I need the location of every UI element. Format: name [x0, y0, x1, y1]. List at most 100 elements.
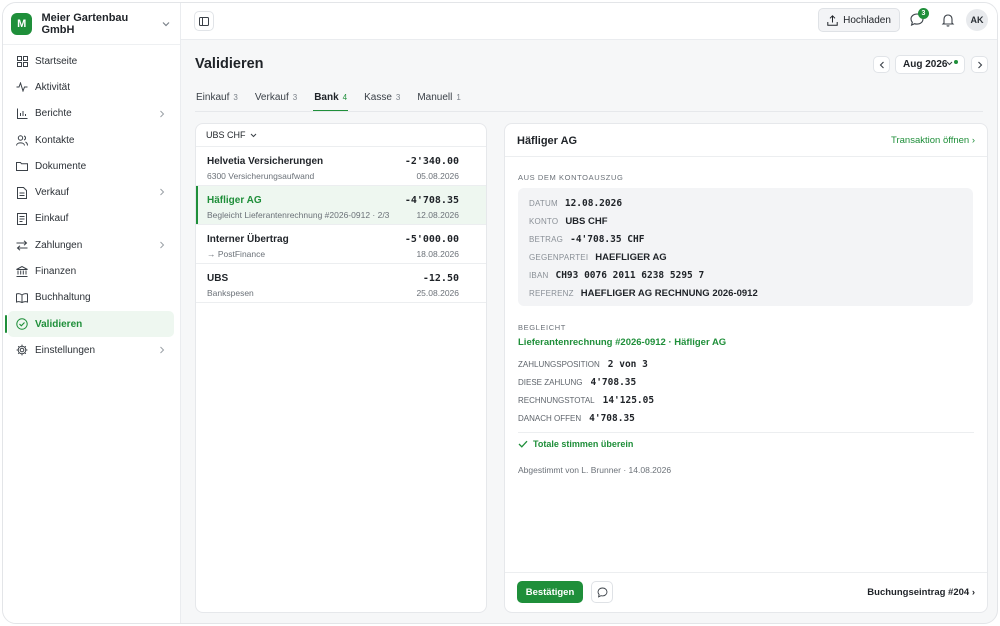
statement-row-datum: DATUM 12.08.2026	[529, 198, 622, 209]
settled-section-label: BEGLEICHT	[518, 323, 566, 332]
activity-icon	[16, 81, 28, 93]
upload-label: Hochladen	[843, 14, 891, 26]
chevron-right-icon	[160, 241, 165, 249]
sidebar-item-finanzen[interactable]: Finanzen	[8, 258, 174, 284]
sidebar-item-aktivitaet[interactable]: Aktivität	[8, 74, 174, 100]
upload-button[interactable]: Hochladen	[818, 8, 900, 32]
sidebar-item-label: Aktivität	[35, 81, 71, 93]
statement-value: 12.08.2026	[564, 198, 623, 209]
tab-count: 3	[233, 93, 238, 102]
users-icon	[16, 134, 28, 146]
transaction-date: 18.08.2026	[416, 249, 459, 259]
tab-einkauf[interactable]: Einkauf 3	[195, 92, 239, 112]
detail-footer: Bestätigen Buchungseintrag #204 ›	[505, 572, 987, 612]
sidebar-item-label: Validieren	[35, 318, 83, 330]
transaction-subtitle: 6300 Versicherungsaufwand	[207, 171, 315, 181]
transaction-date: 25.08.2026	[416, 288, 459, 298]
payment-row-remaining: DANACH OFFEN 4'708.35	[518, 413, 635, 424]
receipt-icon	[16, 212, 28, 225]
payment-value: 14'125.05	[602, 395, 655, 406]
confirm-button[interactable]: Bestätigen	[517, 581, 583, 603]
sidebar-item-dokumente[interactable]: Dokumente	[8, 153, 174, 179]
sidebar: M Meier Gartenbau GmbH Startseite Aktivi…	[3, 3, 181, 623]
sidebar-item-einstellungen[interactable]: Einstellungen	[8, 337, 174, 363]
check-icon	[518, 440, 528, 448]
period-label: Aug 2026	[903, 59, 948, 70]
sidebar-item-label: Einstellungen	[35, 344, 96, 356]
sidebar-item-kontakte[interactable]: Kontakte	[8, 127, 174, 153]
payment-key: ZAHLUNGSPOSITION	[518, 360, 600, 369]
sidebar-item-berichte[interactable]: Berichte	[8, 101, 174, 127]
transaction-amount: -12.50	[422, 273, 459, 284]
transaction-row[interactable]: Interner Übertrag → PostFinance -5'000.0…	[196, 225, 486, 264]
transaction-row-selected[interactable]: Häfliger AG Begleicht Lieferantenrechnun…	[196, 186, 486, 225]
book-icon	[16, 292, 28, 304]
sidebar-item-label: Buchhaltung	[35, 292, 91, 304]
tab-kasse[interactable]: Kasse 3	[363, 92, 401, 112]
statement-key: BETRAG	[529, 235, 564, 244]
account-select[interactable]: UBS CHF	[196, 124, 486, 147]
statement-row-gegenpartei: GEGENPARTEI HAEFLIGER AG	[529, 252, 667, 263]
bank-icon	[16, 266, 28, 278]
tab-count: 3	[395, 93, 401, 102]
transaction-name: Interner Übertrag	[207, 234, 289, 245]
check-circle-icon	[16, 318, 28, 330]
transaction-row[interactable]: Helvetia Versicherungen 6300 Versicherun…	[196, 147, 486, 186]
payment-key: DIESE ZAHLUNG	[518, 378, 583, 387]
tab-label: Einkauf	[196, 92, 230, 103]
statement-row-iban: IBAN CH93 0076 2011 6238 5295 7	[529, 270, 704, 281]
statement-section-label: AUS DEM KONTOAUSZUG	[518, 173, 624, 182]
chevron-left-icon	[879, 61, 884, 68]
transaction-list-panel: UBS CHF Helvetia Versicherungen 6300 Ver…	[195, 123, 487, 613]
tab-count: 1	[456, 93, 461, 102]
payment-row-position: ZAHLUNGSPOSITION 2 von 3	[518, 359, 648, 370]
statement-key: DATUM	[529, 199, 558, 208]
sidebar-item-zahlungen[interactable]: Zahlungen	[8, 232, 174, 258]
tab-label: Kasse	[364, 92, 392, 103]
open-transaction-link[interactable]: Transaktion öffnen ›	[891, 135, 975, 146]
validation-tabs: Einkauf 3 Verkauf 3 Bank 4 Kasse 3 Manuell 1	[195, 92, 477, 112]
sidebar-divider	[3, 44, 180, 45]
detail-title: Häfliger AG	[517, 135, 578, 147]
sidebar-item-validieren[interactable]: Validieren	[5, 310, 174, 338]
main-content: Hochladen 3 AK Validieren Aug 2026 Einka…	[181, 3, 997, 623]
sidebar-item-label: Einkauf	[35, 213, 69, 225]
sidebar-item-startseite[interactable]: Startseite	[8, 48, 174, 74]
sidebar-item-buchhaltung[interactable]: Buchhaltung	[8, 285, 174, 311]
bell-icon[interactable]	[940, 12, 956, 28]
statement-row-betrag: BETRAG -4'708.35 CHF	[529, 234, 644, 245]
transaction-row[interactable]: UBS Bankspesen -12.50 25.08.2026	[196, 264, 486, 303]
statement-key: IBAN	[529, 271, 549, 280]
comment-button[interactable]	[591, 581, 613, 603]
transaction-subtitle: Bankspesen	[207, 288, 254, 298]
company-switcher[interactable]: M Meier Gartenbau GmbH	[11, 11, 173, 37]
avatar[interactable]: AK	[966, 9, 988, 31]
sidebar-toggle-button[interactable]	[194, 11, 214, 31]
sidebar-item-label: Finanzen	[35, 266, 77, 278]
transaction-date: 05.08.2026	[416, 171, 459, 181]
sidebar-item-label: Dokumente	[35, 160, 87, 172]
grid-icon	[16, 55, 28, 67]
tab-label: Manuell	[417, 92, 453, 103]
approved-by-text: Abgestimmt von L. Brunner · 14.08.2026	[518, 465, 672, 475]
transaction-date: 12.08.2026	[416, 210, 459, 220]
next-period-button[interactable]	[971, 56, 988, 73]
tab-count: 4	[342, 93, 348, 102]
tab-verkauf[interactable]: Verkauf 3	[254, 92, 298, 112]
payment-value: 4'708.35	[590, 377, 637, 388]
sidebar-item-label: Kontakte	[35, 134, 75, 146]
account-label: UBS CHF	[206, 130, 246, 140]
previous-period-button[interactable]	[873, 56, 890, 73]
payment-row-this-payment: DIESE ZAHLUNG 4'708.35	[518, 377, 636, 388]
sidebar-item-verkauf[interactable]: Verkauf	[8, 179, 174, 205]
sidebar-item-einkauf[interactable]: Einkauf	[8, 206, 174, 232]
chevron-right-icon	[160, 189, 165, 196]
invoice-link[interactable]: Lieferantenrechnung #2026-0912 · Häflige…	[518, 337, 726, 348]
tab-bank[interactable]: Bank 4	[313, 92, 349, 112]
tab-label: Bank	[314, 92, 339, 103]
journal-entry-link[interactable]: Buchungseintrag #204 ›	[867, 587, 975, 598]
tab-manuell[interactable]: Manuell 1	[416, 92, 461, 112]
sidebar-item-label: Berichte	[35, 108, 72, 120]
transaction-amount: -4'708.35	[404, 195, 459, 206]
period-select[interactable]: Aug 2026	[895, 55, 965, 74]
